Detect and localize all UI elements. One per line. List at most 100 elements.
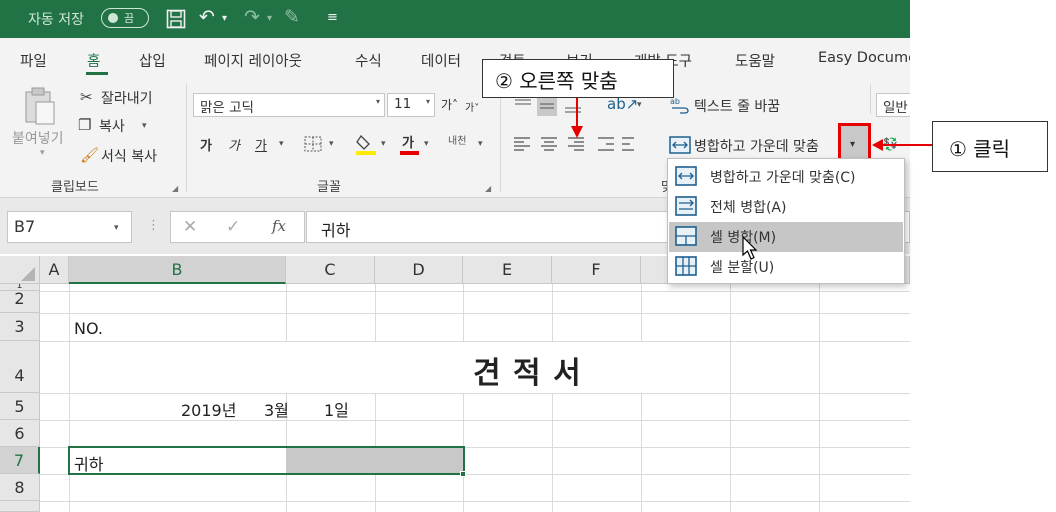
copy-dropdown-icon[interactable]: ▾ [142,121,147,131]
document-title[interactable]: 견 적 서 [473,348,582,392]
save-icon[interactable] [166,9,186,29]
svg-text:ab: ab [670,97,680,106]
autosave-label: 자동 저장 [28,12,84,28]
chevron-down-icon: ▾ [375,97,380,106]
font-group-label: 글꼴 [317,180,341,195]
cell-b7[interactable]: 귀하 [74,451,103,475]
date-year[interactable]: 2019년 [181,397,236,421]
tab-file[interactable]: 파일 [20,50,47,71]
menu-item-merge-center[interactable]: 병합하고 가운데 맞춤(C) [669,162,903,192]
borders-dropdown-icon[interactable]: ▾ [329,139,334,149]
grow-font-icon[interactable]: 가˄ [441,96,458,113]
fill-color-dropdown-icon[interactable]: ▾ [381,139,386,149]
font-color-dropdown-icon[interactable]: ▾ [424,139,429,149]
gridline [40,393,910,394]
tab-formulas[interactable]: 수식 [355,50,382,71]
gridline [730,284,731,512]
gridline [552,393,553,512]
chevron-down-icon: ▾ [850,139,856,150]
gridline [40,420,910,421]
menu-item-merge-cells[interactable]: 셀 병합(M) [669,222,903,252]
column-header-e[interactable]: E [463,256,552,284]
paste-button[interactable]: 붙여넣기 [12,128,64,148]
font-launcher-icon[interactable]: ◢ [485,184,491,193]
font-color-button[interactable]: 가 [402,132,414,151]
tab-home[interactable]: 홈 [87,50,100,71]
number-format-select[interactable]: 일반 [876,93,910,117]
step2-label: ② 오른쪽 맞춤 [495,69,618,93]
row-header-6[interactable]: 6 [0,420,40,447]
selection-border[interactable] [68,446,465,475]
borders-icon[interactable] [303,135,323,153]
column-header-d[interactable]: D [375,256,463,284]
step2-callout: ② 오른쪽 맞춤 [482,59,674,98]
gridline [552,284,553,341]
merge-center-button[interactable]: 병합하고 가운데 맞춤 [694,136,819,156]
clipboard-group-label: 클립보드 [51,180,99,195]
fill-color-icon[interactable] [355,132,377,156]
row-header-7[interactable]: 7 [0,447,40,474]
autosave-state: 끔 [124,12,135,25]
tab-data[interactable]: 데이터 [421,50,461,71]
row-header-2[interactable]: 2 [0,291,40,313]
redo-dropdown-icon[interactable]: ▾ [267,13,272,24]
undo-dropdown-icon[interactable]: ▾ [222,13,227,24]
row-header-5[interactable]: 5 [0,393,40,420]
paste-icon[interactable] [22,86,58,126]
shrink-font-icon[interactable]: 가˅ [465,99,479,114]
row-header-1[interactable]: 1 [0,284,40,291]
tab-easy-document[interactable]: Easy Document [818,50,910,66]
merge-dropdown-menu: 병합하고 가운데 맞춤(C) 전체 병합(A) 셀 병합(M) 셀 분할(U) [667,158,905,284]
fill-handle[interactable] [460,471,466,477]
copy-button[interactable]: 복사 [99,116,125,136]
more-icon: ⋮ [147,218,160,233]
tab-help[interactable]: 도움말 [735,50,775,71]
insert-function-icon[interactable]: fx [272,217,286,235]
column-header-a[interactable]: A [40,256,69,284]
gridline [375,284,376,341]
clipboard-launcher-icon[interactable]: ◢ [172,184,178,193]
confirm-icon[interactable]: ✓ [226,217,240,237]
column-header-b[interactable]: B [69,256,286,284]
bold-button[interactable]: 가 [200,135,212,154]
paste-dropdown-icon[interactable]: ▾ [40,148,45,158]
wrap-text-button[interactable]: 텍스트 줄 바꿈 [694,96,780,116]
row-header-8[interactable]: 8 [0,474,40,501]
font-size-select[interactable]: 11 ▾ [387,93,435,117]
row-header-4[interactable]: 4 [0,341,40,393]
chevron-down-icon[interactable]: ▾ [114,223,119,233]
orientation-dropdown-icon[interactable]: ▾ [637,100,642,110]
phonetic-dropdown-icon[interactable]: ▾ [478,139,483,149]
undo-icon[interactable]: ↶ [199,6,215,28]
gridline [40,501,910,502]
redo-icon[interactable]: ↷ [244,6,260,28]
merge-cells-icon [675,226,697,246]
cell-b3[interactable]: NO. [74,319,103,338]
autosave-toggle[interactable]: 끔 [101,8,149,28]
underline-button[interactable]: 가 [255,135,267,154]
cancel-icon[interactable]: ✕ [183,217,197,237]
cut-button[interactable]: 잘라내기 [101,88,153,108]
row-header-9[interactable] [0,501,40,512]
group-divider [500,84,501,192]
step1-label: ① 클릭 [949,137,1011,161]
menu-item-merge-across[interactable]: 전체 병합(A) [669,192,903,222]
menu-item-unmerge-cells[interactable]: 셀 분할(U) [669,252,903,282]
tab-page-layout[interactable]: 페이지 레이아웃 [204,50,302,71]
gridline [40,341,910,342]
column-header-f[interactable]: F [552,256,641,284]
select-all-corner[interactable] [0,256,40,284]
date-month[interactable]: 3월 [264,397,289,421]
underline-dropdown-icon[interactable]: ▾ [279,139,284,149]
tab-insert[interactable]: 삽입 [139,50,166,71]
number-format-value: 일반 [883,100,908,116]
customize-icon[interactable]: ≡ [327,10,338,25]
format-painter-button[interactable]: 서식 복사 [101,146,157,166]
phonetic-button[interactable]: 내천 [448,132,466,147]
date-day[interactable]: 1일 [324,397,349,421]
column-header-c[interactable]: C [286,256,375,284]
format-painter-icon[interactable]: ✎ [284,6,300,28]
row-header-3[interactable]: 3 [0,313,40,341]
italic-button[interactable]: 가 [228,135,240,154]
font-name-select[interactable]: 맑은 고딕 ▾ [193,93,385,117]
